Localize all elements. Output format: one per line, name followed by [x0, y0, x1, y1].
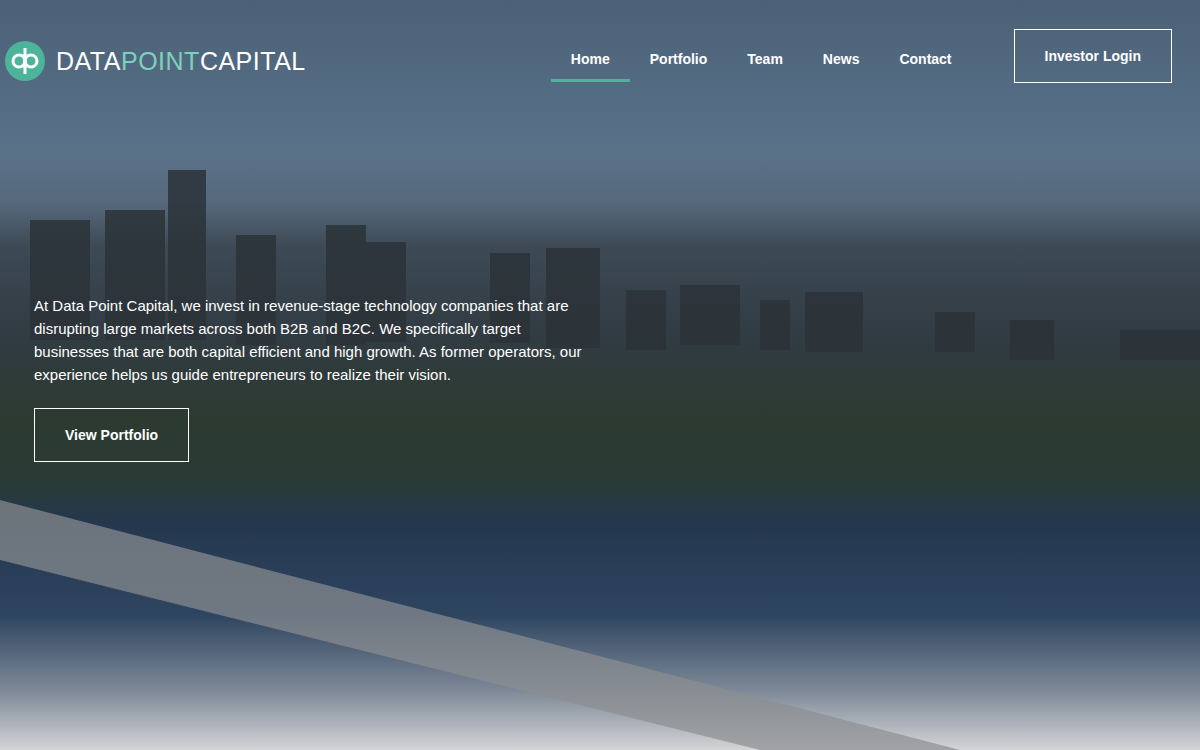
investor-login-button[interactable]: Investor Login — [1014, 29, 1172, 83]
nav-item[interactable]: Portfolio — [630, 51, 728, 82]
logo[interactable]: DATAPOINTCAPITAL — [4, 38, 306, 84]
hero: At Data Point Capital, we invest in reve… — [0, 84, 1200, 462]
brand-name: DATAPOINTCAPITAL — [56, 47, 306, 76]
nav-item[interactable]: News — [803, 51, 880, 82]
brand-part: POINT — [121, 47, 200, 75]
main-nav: HomePortfolioTeamNewsContact — [551, 51, 972, 82]
site-header: DATAPOINTCAPITAL HomePortfolioTeamNewsCon… — [0, 0, 1200, 84]
nav-item[interactable]: Contact — [879, 51, 971, 82]
nav-item[interactable]: Home — [551, 51, 630, 82]
view-portfolio-button[interactable]: View Portfolio — [34, 408, 189, 462]
brand-part: DATA — [56, 47, 121, 75]
nav-item[interactable]: Team — [727, 51, 803, 82]
logo-mark-icon — [4, 38, 46, 84]
brand-part: CAPITAL — [200, 47, 306, 75]
page-content: DATAPOINTCAPITAL HomePortfolioTeamNewsCon… — [0, 0, 1200, 462]
hero-text: At Data Point Capital, we invest in reve… — [34, 294, 584, 386]
